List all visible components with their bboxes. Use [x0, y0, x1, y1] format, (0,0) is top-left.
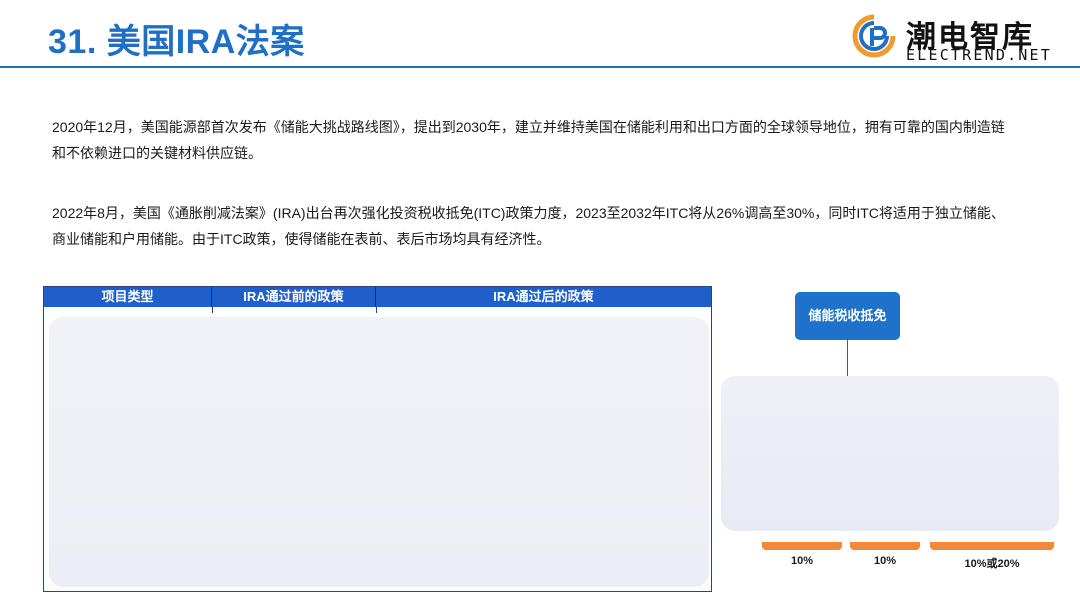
table-header-project-type: 项目类型: [44, 287, 212, 307]
table-header-before-ira: IRA通过前的政策: [212, 287, 376, 307]
tax-credit-diagram: 储能税收抵免 10% 10% 10%或20%: [720, 290, 1060, 590]
rate-bar: [850, 542, 920, 550]
table-column-divider: [212, 307, 213, 313]
doe-roadmap-paragraph: 2020年12月，美国能源部首次发布《储能大挑战路线图》，提出到2030年，建立…: [52, 119, 1005, 161]
rate-label: 10%: [873, 555, 897, 567]
electrend-logo: 潮电智库 ELECTREND.NET: [852, 12, 1074, 64]
logo-domain: ELECTREND.NET: [906, 46, 1052, 64]
table-column-divider: [376, 307, 377, 313]
rate-bar: [930, 542, 1054, 550]
policy-comparison-table: 项目类型 IRA通过前的政策 IRA通过后的政策: [43, 286, 712, 592]
blurred-table-body: [49, 317, 709, 587]
rate-label: 10%: [790, 555, 814, 567]
electrend-logo-icon: [852, 14, 896, 58]
header-divider: [0, 66, 1080, 68]
rate-bar: [762, 542, 842, 550]
table-header-row: 项目类型 IRA通过前的政策 IRA通过后的政策: [44, 287, 711, 307]
storage-tax-credit-node: 储能税收抵免: [795, 292, 900, 340]
diagram-connector: [847, 340, 848, 376]
page-title: 31. 美国IRA法案: [48, 23, 305, 61]
rate-label: 10%或20%: [964, 558, 1020, 570]
table-header-after-ira: IRA通过后的政策: [493, 289, 594, 304]
blurred-diagram-body: [721, 376, 1059, 531]
ira-itc-paragraph: 2022年8月，美国《通胀削减法案》(IRA)出台再次强化投资税收抵免(ITC)…: [52, 205, 1005, 247]
slide-header: 31. 美国IRA法案 潮电智库 ELECTREND.NET: [0, 0, 1080, 68]
